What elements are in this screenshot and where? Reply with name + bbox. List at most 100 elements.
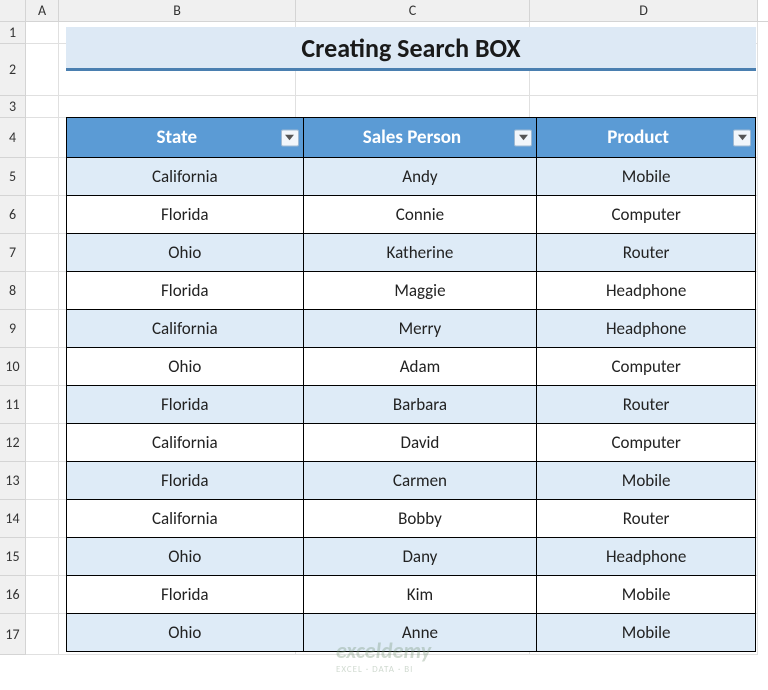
table-row[interactable]: CaliforniaMerryHeadphone	[67, 310, 756, 348]
table-cell[interactable]: Ohio	[67, 538, 304, 576]
table-row[interactable]: FloridaConnieComputer	[67, 196, 756, 234]
cell[interactable]	[59, 96, 296, 118]
table-row[interactable]: CaliforniaAndyMobile	[67, 158, 756, 196]
column-header-C[interactable]: C	[296, 0, 530, 21]
cell[interactable]	[26, 614, 59, 655]
column-header-B[interactable]: B	[59, 0, 296, 21]
cell[interactable]	[26, 462, 59, 500]
table-cell[interactable]: Ohio	[67, 348, 304, 386]
table-cell[interactable]: Maggie	[303, 272, 537, 310]
table-cell[interactable]: Router	[537, 500, 756, 538]
row-header-10[interactable]: 10	[0, 348, 26, 386]
table-cell[interactable]: Ohio	[67, 234, 304, 272]
cell[interactable]	[26, 538, 59, 576]
row-header-1[interactable]: 1	[0, 22, 26, 44]
table-cell[interactable]: Bobby	[303, 500, 537, 538]
table-row[interactable]: CaliforniaDavidComputer	[67, 424, 756, 462]
cell[interactable]	[296, 96, 530, 118]
table-cell[interactable]: Computer	[537, 424, 756, 462]
row-header-8[interactable]: 8	[0, 272, 26, 310]
row-header-15[interactable]: 15	[0, 538, 26, 576]
cell[interactable]	[26, 500, 59, 538]
row-header-14[interactable]: 14	[0, 500, 26, 538]
table-cell[interactable]: Headphone	[537, 538, 756, 576]
table-cell[interactable]: California	[67, 310, 304, 348]
row-header-2[interactable]: 2	[0, 44, 26, 96]
table-cell[interactable]: California	[67, 158, 304, 196]
header-product[interactable]: Product	[537, 118, 756, 158]
row-header-12[interactable]: 12	[0, 424, 26, 462]
header-state[interactable]: State	[67, 118, 304, 158]
cell[interactable]	[26, 44, 59, 96]
table-cell[interactable]: California	[67, 500, 304, 538]
table-cell[interactable]: Katherine	[303, 234, 537, 272]
cell[interactable]	[26, 158, 59, 196]
table-row[interactable]: FloridaMaggieHeadphone	[67, 272, 756, 310]
cell[interactable]	[26, 424, 59, 462]
row-header-17[interactable]: 17	[0, 614, 26, 655]
table-cell[interactable]: Connie	[303, 196, 537, 234]
column-header-D[interactable]: D	[530, 0, 758, 21]
table-cell[interactable]: Andy	[303, 158, 537, 196]
cell[interactable]	[26, 234, 59, 272]
cell[interactable]	[26, 348, 59, 386]
column-header-A[interactable]: A	[26, 0, 59, 21]
table-cell[interactable]: Carmen	[303, 462, 537, 500]
cell[interactable]	[26, 386, 59, 424]
table-cell[interactable]: Headphone	[537, 272, 756, 310]
table-cell[interactable]: Merry	[303, 310, 537, 348]
cell[interactable]	[26, 196, 59, 234]
table-cell[interactable]: Mobile	[537, 462, 756, 500]
row-header-6[interactable]: 6	[0, 196, 26, 234]
row-header-7[interactable]: 7	[0, 234, 26, 272]
cell[interactable]	[530, 96, 758, 118]
table-cell[interactable]: David	[303, 424, 537, 462]
table-cell[interactable]: California	[67, 424, 304, 462]
row-header-3[interactable]: 3	[0, 96, 26, 118]
table-row[interactable]: FloridaCarmenMobile	[67, 462, 756, 500]
cell[interactable]	[26, 272, 59, 310]
select-all-corner[interactable]	[0, 0, 26, 21]
row-header-5[interactable]: 5	[0, 158, 26, 196]
cell[interactable]	[26, 576, 59, 614]
table-cell[interactable]: Mobile	[537, 614, 756, 652]
table-cell[interactable]: Florida	[67, 386, 304, 424]
table-cell[interactable]: Florida	[67, 196, 304, 234]
header-salesperson[interactable]: Sales Person	[303, 118, 537, 158]
filter-button-product[interactable]	[733, 129, 751, 146]
table-cell[interactable]: Ohio	[67, 614, 304, 652]
table-cell[interactable]: Adam	[303, 348, 537, 386]
table-cell[interactable]: Florida	[67, 576, 304, 614]
table-row[interactable]: OhioAnneMobile	[67, 614, 756, 652]
cell[interactable]	[26, 22, 59, 44]
filter-button-state[interactable]	[281, 129, 299, 146]
table-row[interactable]: OhioKatherineRouter	[67, 234, 756, 272]
table-cell[interactable]: Computer	[537, 196, 756, 234]
row-header-16[interactable]: 16	[0, 576, 26, 614]
table-cell[interactable]: Headphone	[537, 310, 756, 348]
cell[interactable]	[26, 118, 59, 158]
row-header-11[interactable]: 11	[0, 386, 26, 424]
table-row[interactable]: OhioAdamComputer	[67, 348, 756, 386]
cell[interactable]	[26, 310, 59, 348]
filter-button-salesperson[interactable]	[514, 129, 532, 146]
table-cell[interactable]: Router	[537, 234, 756, 272]
table-cell[interactable]: Computer	[537, 348, 756, 386]
table-cell[interactable]: Kim	[303, 576, 537, 614]
table-cell[interactable]: Anne	[303, 614, 537, 652]
table-cell[interactable]: Mobile	[537, 576, 756, 614]
row-header-4[interactable]: 4	[0, 118, 26, 158]
cell[interactable]	[26, 96, 59, 118]
table-cell[interactable]: Florida	[67, 272, 304, 310]
cells-area[interactable]: Creating Search BOX State Sales Person	[26, 22, 768, 655]
table-cell[interactable]: Florida	[67, 462, 304, 500]
row-header-9[interactable]: 9	[0, 310, 26, 348]
table-cell[interactable]: Dany	[303, 538, 537, 576]
table-row[interactable]: OhioDanyHeadphone	[67, 538, 756, 576]
table-cell[interactable]: Barbara	[303, 386, 537, 424]
table-row[interactable]: FloridaKimMobile	[67, 576, 756, 614]
table-row[interactable]: FloridaBarbaraRouter	[67, 386, 756, 424]
table-cell[interactable]: Router	[537, 386, 756, 424]
table-cell[interactable]: Mobile	[537, 158, 756, 196]
row-header-13[interactable]: 13	[0, 462, 26, 500]
